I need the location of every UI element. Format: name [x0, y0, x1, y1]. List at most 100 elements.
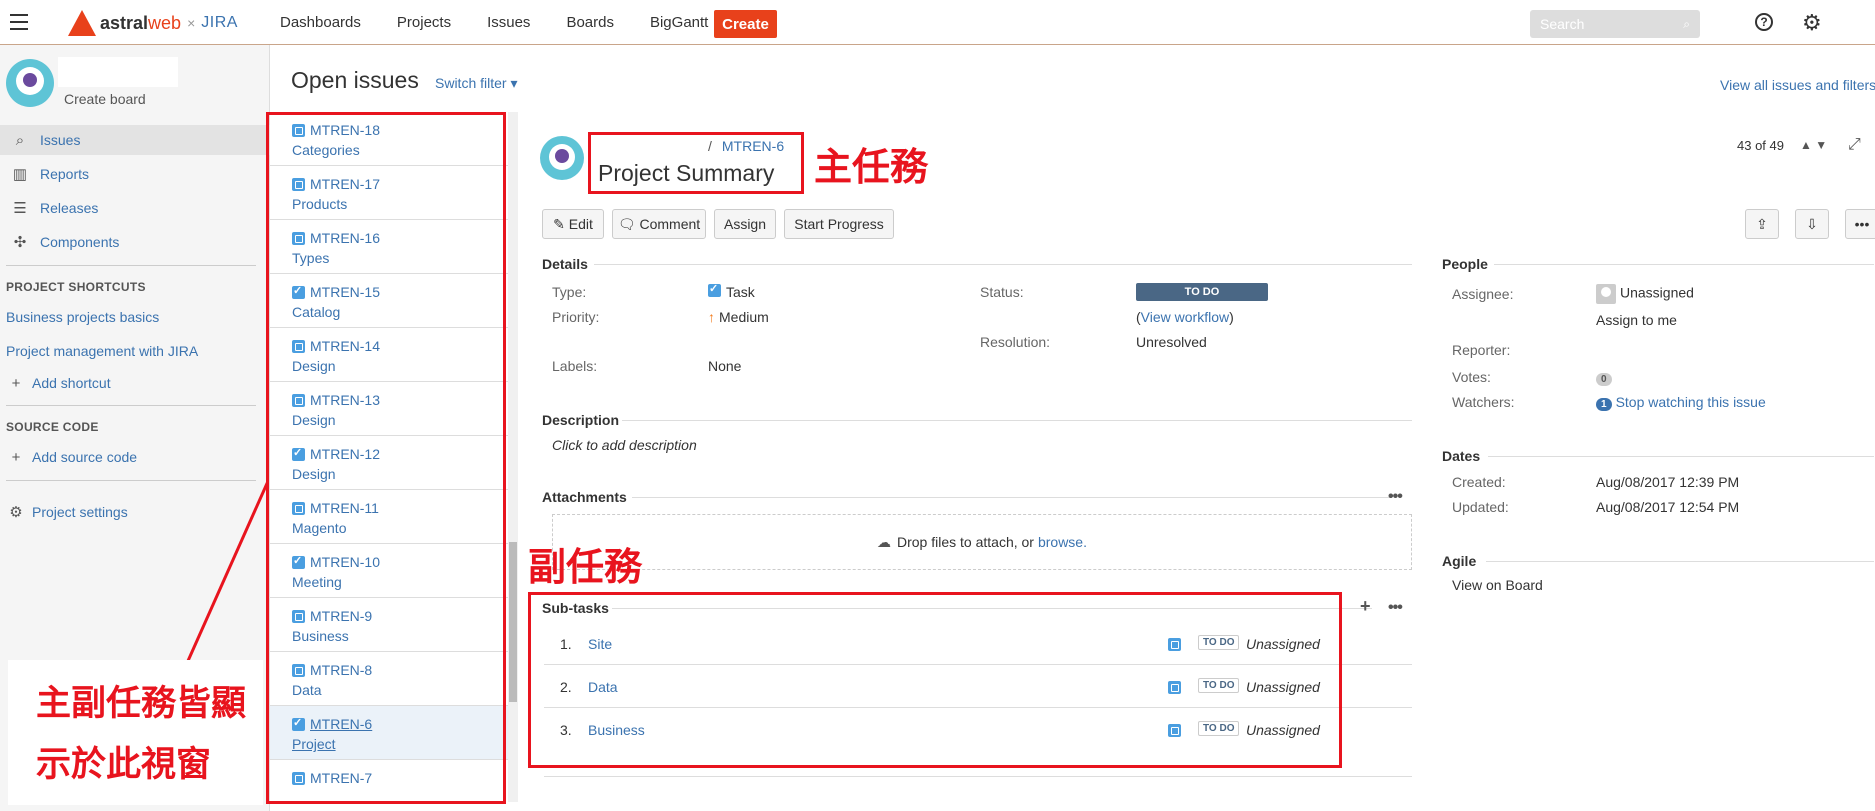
plus-icon: + [11, 448, 21, 466]
add-shortcut-link[interactable]: + Add shortcut [0, 368, 270, 398]
comment-icon: 🗨 [617, 215, 640, 232]
project-settings-link[interactable]: ⚙ Project settings [0, 497, 270, 527]
gear-icon: ⚙ [9, 504, 23, 521]
nav-biggantt[interactable]: BigGantt [650, 14, 708, 31]
search-icon: ⌕ [1683, 17, 1690, 31]
people-heading: People [1442, 256, 1488, 272]
annotation-window-note-2: 示於此視窗 [36, 745, 212, 785]
people-panel: People Assignee: Unassigned Assign to me… [1442, 112, 1874, 712]
annotation-main-task: 主任務 [814, 145, 929, 189]
pencil-icon: ✎ [553, 215, 569, 232]
resolution-value: Unresolved [1136, 334, 1207, 350]
task-icon [708, 282, 721, 297]
menu-icon[interactable] [10, 14, 28, 30]
assign-to-me-link[interactable]: Assign to me [1596, 312, 1677, 328]
help-icon[interactable]: ? [1755, 13, 1773, 31]
watchers-value: 1 Stop watching this issue [1596, 394, 1766, 411]
create-button[interactable]: Create [714, 10, 777, 38]
reports-icon: ▥ [12, 166, 28, 183]
top-navigation: astral web × JIRA Dashboards Projects Iss… [0, 0, 1875, 45]
drop-text: Drop files to attach, or [897, 534, 1034, 550]
shortcut-business-basics[interactable]: Business projects basics [6, 309, 159, 325]
edit-button[interactable]: ✎ Edit [542, 209, 604, 239]
project-avatar[interactable] [6, 59, 54, 107]
annotation-sub-task: 副任務 [528, 545, 643, 589]
gear-icon[interactable]: ⚙ [1802, 10, 1822, 36]
priority-medium-icon: ↑ [708, 309, 715, 325]
watchers-label: Watchers: [1452, 394, 1515, 410]
divider [1486, 561, 1874, 562]
releases-icon: ☰ [13, 200, 27, 217]
main-menu: Dashboards Projects Issues Boards BigGan… [280, 0, 744, 45]
stop-watching-link[interactable]: Stop watching this issue [1616, 394, 1766, 410]
comment-button[interactable]: 🗨 Comment [612, 209, 706, 239]
view-all-issues-link[interactable]: View all issues and filters [1720, 77, 1875, 93]
attachments-heading: Attachments [542, 489, 627, 505]
nav-issues[interactable]: Issues [487, 14, 530, 31]
nav-dashboards[interactable]: Dashboards [280, 14, 361, 31]
nav-projects[interactable]: Projects [397, 14, 451, 31]
view-workflow-link[interactable]: View workflow [1141, 309, 1229, 325]
divider [1488, 456, 1874, 457]
priority-value: ↑ Medium [708, 309, 769, 325]
add-subtask-icon[interactable]: + [1360, 596, 1371, 617]
logo-brand-b: web [148, 12, 182, 33]
search-placeholder: Search [1540, 16, 1585, 32]
search-input[interactable]: Search ⌕ [1530, 10, 1700, 38]
logo[interactable]: astral web × JIRA [68, 8, 238, 38]
project-avatar [540, 136, 584, 180]
scrollbar-thumb[interactable] [509, 542, 517, 702]
browse-link[interactable]: browse. [1038, 534, 1087, 550]
description-field[interactable]: Click to add description [552, 437, 697, 453]
votes-count: 0 [1596, 373, 1612, 386]
add-source-code-link[interactable]: + Add source code [0, 442, 270, 472]
resolution-label: Resolution: [980, 334, 1051, 350]
created-value: Aug/08/2017 12:39 PM [1596, 474, 1740, 490]
divider [1494, 264, 1874, 265]
type-label: Type: [552, 284, 587, 300]
type-value: Task [708, 282, 755, 300]
nav-boards[interactable]: Boards [566, 14, 614, 31]
reporter-label: Reporter: [1452, 342, 1511, 358]
comment-label: Comment [639, 216, 701, 232]
priority-text: Medium [719, 309, 769, 325]
shortcuts-heading: PROJECT SHORTCUTS [6, 280, 146, 294]
view-on-board-link[interactable]: View on Board [1452, 577, 1543, 593]
labels-label: Labels: [552, 358, 598, 374]
divider [6, 265, 256, 266]
status-label: Status: [980, 284, 1024, 300]
source-code-heading: SOURCE CODE [6, 420, 99, 434]
sidebar-item-reports[interactable]: ▥ Reports [0, 159, 270, 189]
attachments-more-icon[interactable]: ••• [1388, 488, 1403, 506]
start-progress-button[interactable]: Start Progress [784, 209, 894, 239]
attachment-drop-zone[interactable]: ☁ Drop files to attach, or browse. [552, 514, 1412, 570]
page-title: Open issues [291, 67, 419, 93]
add-shortcut-label: Add shortcut [32, 375, 111, 391]
labels-value[interactable]: None [708, 358, 741, 374]
annotation-window-note-1: 主副任務皆顯 [36, 684, 247, 724]
assignee-label: Assignee: [1452, 286, 1514, 302]
status-badge[interactable]: TO DO [1136, 283, 1268, 301]
issue-list-scrollbar[interactable] [508, 112, 518, 802]
agile-heading: Agile [1442, 553, 1477, 569]
create-board-link[interactable]: Create board [64, 91, 146, 107]
switch-filter-button[interactable]: Switch filter ▾ [435, 75, 518, 92]
sidebar-item-releases[interactable]: ☰ Releases [0, 193, 270, 223]
assign-button[interactable]: Assign [714, 209, 776, 239]
sidebar-item-issues[interactable]: ⌕ Issues [0, 125, 270, 155]
paren-close: ) [1229, 309, 1234, 325]
view-workflow: (View workflow) [1136, 309, 1234, 325]
priority-label: Priority: [552, 309, 600, 325]
cloud-upload-icon: ☁ [877, 533, 891, 550]
shortcut-project-management[interactable]: Project management with JIRA [6, 343, 198, 359]
divider [632, 497, 1392, 498]
divider [6, 480, 256, 481]
sidebar-item-label: Reports [40, 166, 90, 182]
divider [6, 405, 256, 406]
subtasks-more-icon[interactable]: ••• [1388, 599, 1403, 617]
user-avatar-icon [1596, 284, 1616, 304]
divider [594, 264, 1412, 265]
assignee-text: Unassigned [1620, 284, 1694, 301]
votes-value[interactable]: 0 [1596, 369, 1612, 386]
sidebar-item-components[interactable]: ✣ Components [0, 227, 270, 257]
